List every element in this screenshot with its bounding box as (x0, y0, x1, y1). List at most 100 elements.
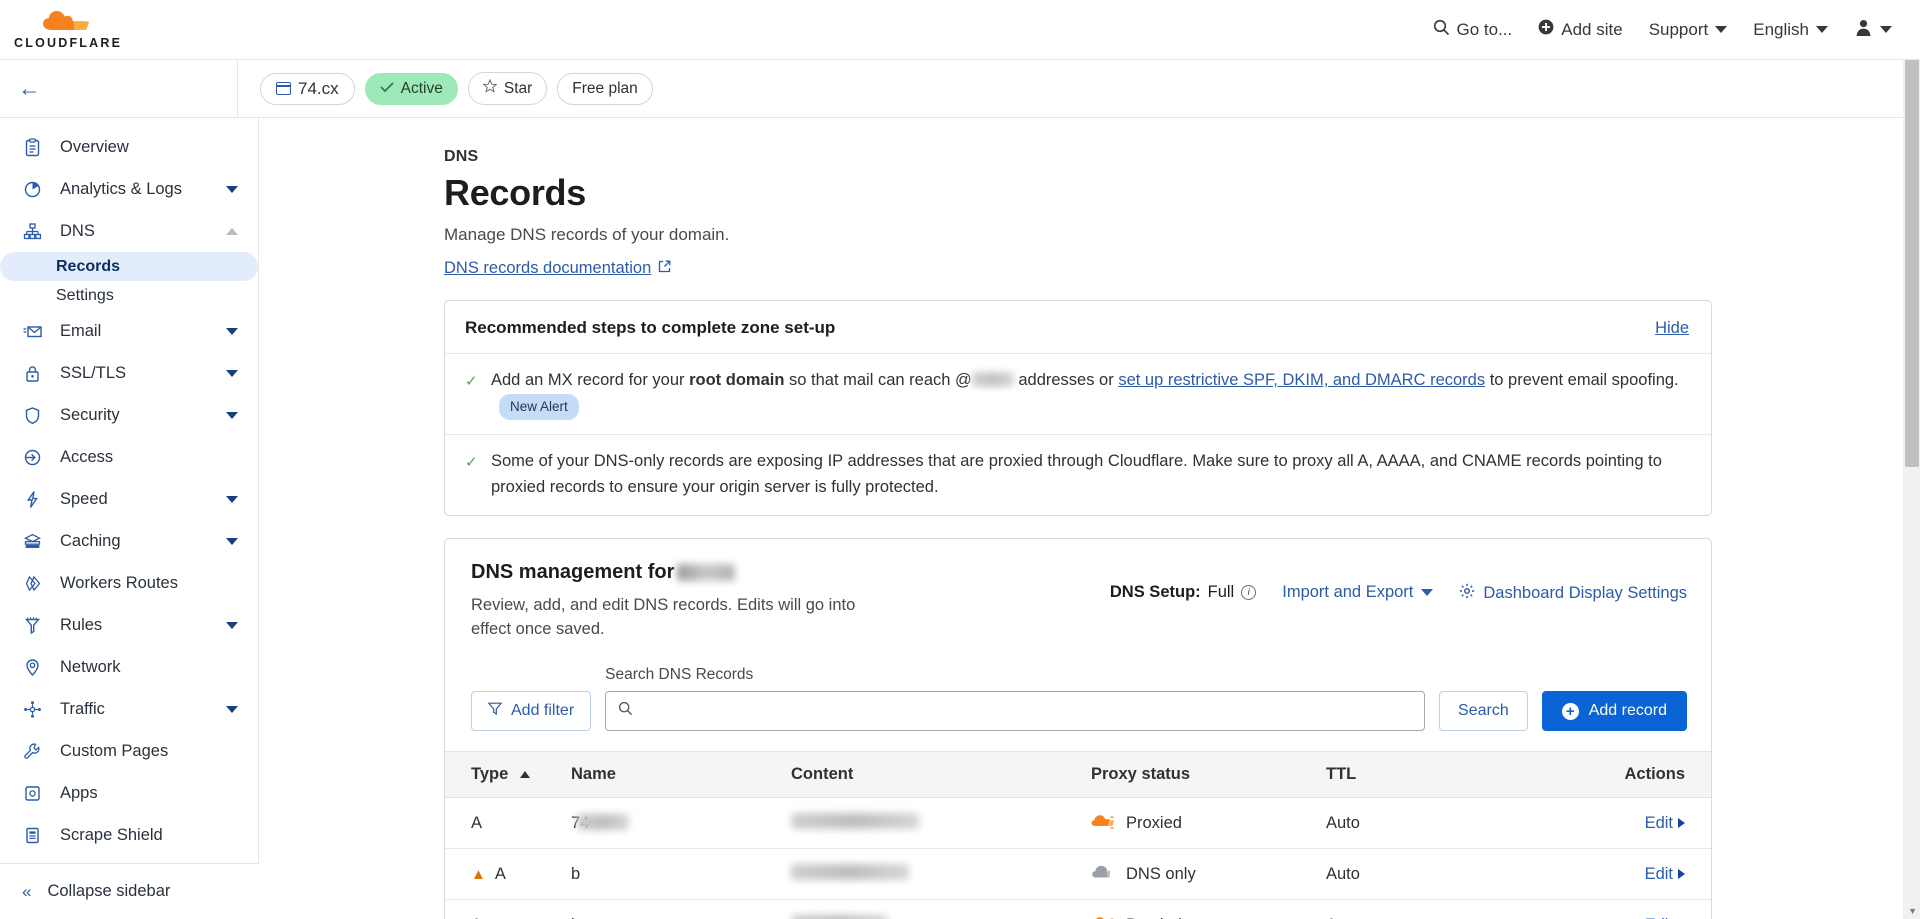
goto-search-button[interactable]: Go to... (1433, 19, 1512, 41)
scrollbar-thumb[interactable] (1905, 60, 1919, 467)
top-navigation-bar: CLOUDFLARE Go to... Add site Support Eng… (0, 0, 1920, 60)
column-header-actions: Actions (1468, 751, 1711, 799)
add-record-button[interactable]: + Add record (1541, 691, 1687, 732)
clipboard-icon (20, 137, 44, 157)
plan-label: Free plan (572, 79, 638, 97)
add-filter-label: Add filter (511, 702, 575, 720)
dns-setup-status: DNS Setup: Full i (1109, 582, 1257, 602)
sidebar-item-ssl-tls[interactable]: SSL/TLS (0, 352, 258, 394)
sidebar-item-records[interactable]: Records (0, 252, 258, 281)
search-box[interactable] (605, 691, 1426, 732)
table-row[interactable]: A 74 Proxied Auto Edit (445, 797, 1711, 850)
edit-record-button[interactable]: Edit (1645, 814, 1685, 833)
sidebar-label: Security (60, 405, 120, 424)
cloudflare-logo[interactable]: CLOUDFLARE (14, 9, 122, 50)
info-icon[interactable]: i (1241, 584, 1257, 600)
record-name-label: b (571, 864, 581, 883)
user-account-menu[interactable] (1854, 18, 1892, 42)
hide-recommendations-link[interactable]: Hide (1655, 319, 1689, 338)
add-filter-button[interactable]: Add filter (471, 691, 592, 732)
column-header-ttl[interactable]: TTL (1318, 751, 1468, 799)
sidebar-item-overview[interactable]: Overview (0, 126, 258, 168)
sidebar-item-network[interactable]: Network (0, 646, 258, 688)
language-menu[interactable]: English (1753, 20, 1828, 40)
dns-management-title: DNS management for (471, 561, 991, 584)
column-header-content[interactable]: Content (783, 751, 1083, 799)
sidebar-item-access[interactable]: Access (0, 436, 258, 478)
new-alert-badge[interactable]: New Alert (499, 393, 579, 421)
sidebar-item-email[interactable]: Email (0, 310, 258, 352)
sitemap-icon (20, 222, 44, 241)
spf-dkim-dmarc-link[interactable]: set up restrictive SPF, DKIM, and DMARC … (1118, 371, 1485, 389)
chevron-down-icon (1816, 26, 1828, 33)
cell-type: A (445, 797, 563, 850)
column-header-type[interactable]: Type (445, 751, 563, 799)
dns-records-documentation-link[interactable]: DNS records documentation (444, 259, 671, 278)
cloudflare-wordmark: CLOUDFLARE (14, 36, 123, 50)
page-title: Records (444, 172, 586, 213)
cell-proxy-status[interactable]: Proxied (1083, 797, 1318, 850)
table-row[interactable]: Abt Proxied Auto Edit (445, 899, 1711, 919)
support-label: Support (1648, 19, 1709, 39)
edit-record-button[interactable]: Edit (1645, 916, 1685, 919)
language-label: English (1753, 19, 1809, 39)
back-button[interactable]: ← (18, 77, 41, 100)
sidebar-label: Caching (60, 531, 121, 550)
proxy-status-label: DNS only (1126, 864, 1196, 883)
sidebar-label: Speed (60, 489, 108, 508)
proxied-cloud-icon (1091, 812, 1115, 834)
dns-setup-label: DNS Setup: (1109, 582, 1201, 601)
cell-content (783, 899, 1083, 919)
cell-proxy-status[interactable]: Proxied (1083, 899, 1318, 919)
proxy-status-label: Proxied (1126, 813, 1182, 832)
column-header-name[interactable]: Name (563, 751, 783, 799)
check-icon: ✓ (465, 373, 478, 390)
dashboard-display-settings-link[interactable]: Dashboard Display Settings (1459, 583, 1687, 604)
cell-proxy-status[interactable]: DNS only (1083, 848, 1318, 901)
gear-icon (1459, 583, 1475, 604)
plan-badge[interactable]: Free plan (557, 72, 653, 105)
sidebar-item-rules[interactable]: Rules (0, 604, 258, 646)
sidebar-label: SSL/TLS (60, 363, 127, 382)
recommended-steps-header: Recommended steps to complete zone set-u… (445, 301, 1711, 354)
add-site-label: Add site (1561, 19, 1623, 39)
sidebar-item-security[interactable]: Security (0, 394, 258, 436)
import-and-export-menu[interactable]: Import and Export (1282, 583, 1434, 602)
cell-content (783, 797, 1083, 850)
redacted-content (791, 863, 909, 880)
sidebar-item-custom-pages[interactable]: Custom Pages (0, 730, 258, 772)
sidebar-item-scrape-shield[interactable]: Scrape Shield (0, 814, 258, 856)
sidebar-label: Apps (60, 783, 98, 802)
sidebar-item-caching[interactable]: Caching (0, 520, 258, 562)
search-button[interactable]: Search (1439, 691, 1528, 732)
sidebar-item-analytics-logs[interactable]: Analytics & Logs (0, 168, 258, 210)
sidebar-item-dns[interactable]: DNS (0, 210, 258, 252)
star-zone-button[interactable]: Star (467, 72, 548, 105)
sidebar-item-traffic[interactable]: Traffic (0, 688, 258, 730)
zone-domain-chip[interactable]: 74.cx (260, 72, 355, 105)
scroll-down-arrow-icon[interactable]: ▼ (1908, 906, 1917, 916)
sidebar-item-settings[interactable]: Settings (0, 281, 258, 310)
add-site-button[interactable]: Add site (1538, 19, 1623, 40)
cell-actions: Edit (1468, 899, 1711, 919)
page-scrollbar[interactable]: ▲ ▼ (1903, 60, 1920, 919)
search-input[interactable] (642, 702, 1413, 721)
database-icon (20, 532, 44, 551)
collapse-sidebar-button[interactable]: « Collapse sidebar (0, 863, 259, 919)
sidebar-item-apps[interactable]: Apps (0, 772, 258, 814)
recommendation-item: ✓ Add an MX record for your root domain … (445, 354, 1711, 434)
table-header-row: Type Name Content Proxy status TTL Actio… (445, 751, 1711, 799)
edit-record-button[interactable]: Edit (1645, 865, 1685, 884)
triangle-right-icon (1678, 818, 1685, 829)
record-type-label: A (494, 864, 506, 883)
column-header-proxy-status[interactable]: Proxy status (1083, 751, 1318, 799)
plus-icon: + (1561, 702, 1579, 720)
sidebar-item-speed[interactable]: Speed (0, 478, 258, 520)
chevron-down-icon (226, 495, 238, 503)
table-row[interactable]: ▲ Ab DNS only Auto Edit (445, 848, 1711, 901)
support-menu[interactable]: Support (1649, 20, 1728, 40)
rec1-text-d: to prevent email spoofing. (1485, 371, 1679, 389)
sidebar-item-workers-routes[interactable]: Workers Routes (0, 562, 258, 604)
record-type-label: A (471, 813, 483, 832)
search-dns-records-group: Search DNS Records (605, 666, 1426, 732)
